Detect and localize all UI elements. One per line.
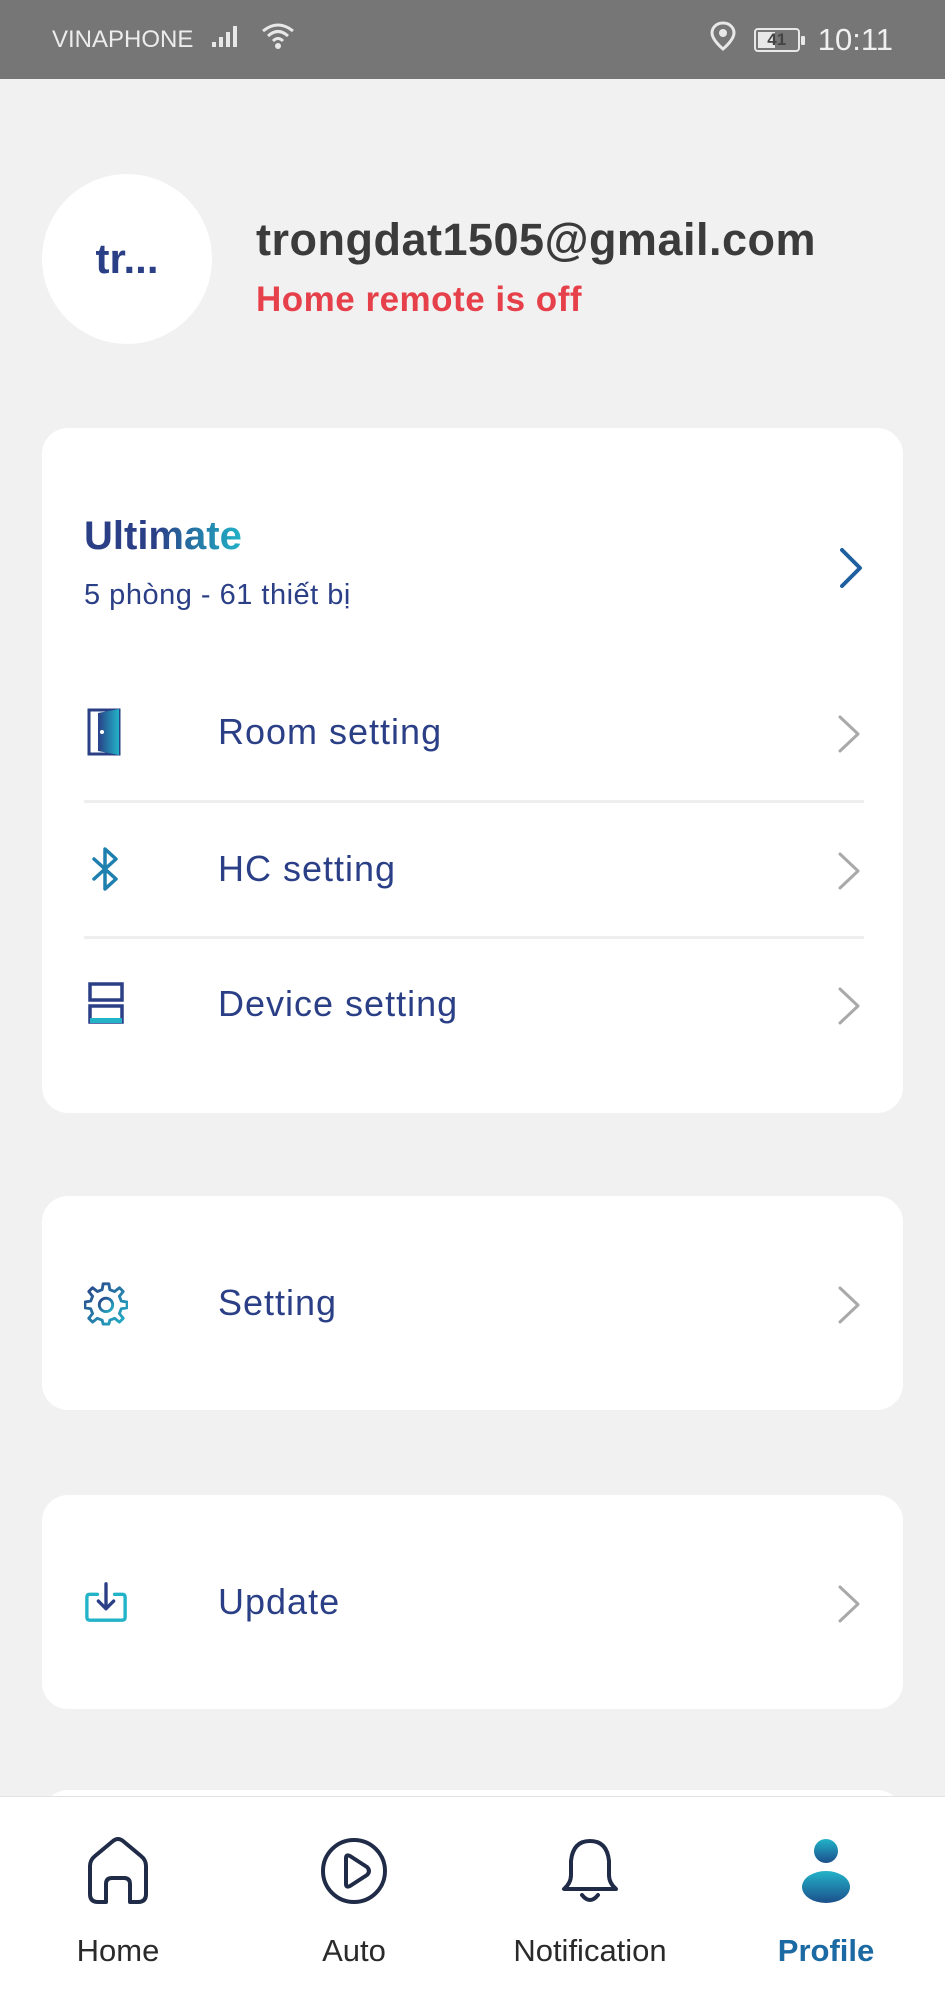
clock: 10:11 xyxy=(817,21,893,57)
status-bar-left: VINAPHONE xyxy=(52,22,295,57)
device-setting-label: Device setting xyxy=(218,983,459,1024)
setting-card: Setting xyxy=(42,1196,903,1410)
setting-label: Setting xyxy=(218,1282,338,1323)
status-bar-right: 41 10:11 xyxy=(710,21,893,58)
user-email: trongdat1505@gmail.com xyxy=(256,214,817,265)
battery-icon: 41 xyxy=(753,27,805,52)
update-card: Update xyxy=(42,1495,903,1709)
location-icon xyxy=(710,21,736,58)
hc-setting-row[interactable]: HC setting xyxy=(84,824,864,914)
home-icon xyxy=(84,1831,152,1911)
status-bar: VINAPHONE 41 10:11 xyxy=(0,0,945,79)
plan-name: Ultimate xyxy=(84,514,242,558)
nav-auto[interactable]: Auto xyxy=(236,1797,472,1995)
plan-description: 5 phòng - 61 thiết bị xyxy=(84,579,351,611)
bluetooth-icon xyxy=(84,847,128,891)
bell-icon xyxy=(559,1831,621,1911)
person-icon xyxy=(799,1831,853,1911)
divider xyxy=(84,800,864,803)
update-row[interactable]: Update xyxy=(84,1557,864,1647)
bottom-nav: Home Auto Notification Profile xyxy=(0,1796,945,1995)
setting-row[interactable]: Setting xyxy=(84,1258,864,1348)
download-icon xyxy=(84,1580,128,1624)
remote-status: Home remote is off xyxy=(256,280,582,319)
nav-profile[interactable]: Profile xyxy=(708,1797,944,1995)
divider xyxy=(84,936,864,939)
carrier-name: VINAPHONE xyxy=(52,25,194,53)
device-icon xyxy=(84,982,128,1026)
nav-home[interactable]: Home xyxy=(0,1797,236,1995)
device-setting-chevron-icon xyxy=(836,985,862,1032)
gear-icon xyxy=(84,1281,128,1326)
room-setting-chevron-icon xyxy=(836,713,862,760)
nav-home-label: Home xyxy=(76,1933,160,1968)
wifi-icon xyxy=(261,22,295,57)
play-circle-icon xyxy=(319,1831,389,1911)
update-chevron-icon xyxy=(836,1583,862,1630)
plan-chevron-icon[interactable] xyxy=(837,546,865,595)
hc-setting-chevron-icon xyxy=(836,850,862,897)
home-settings-card: Ultimate 5 phòng - 61 thiết bị Room sett… xyxy=(42,428,903,1113)
signal-icon xyxy=(211,24,243,55)
nav-notification-label: Notification xyxy=(513,1933,667,1968)
nav-profile-label: Profile xyxy=(777,1933,875,1968)
nav-notification[interactable]: Notification xyxy=(472,1797,708,1995)
avatar-text: tr... xyxy=(95,235,159,282)
room-setting-label: Room setting xyxy=(218,711,443,752)
plan-summary[interactable]: Ultimate 5 phòng - 61 thiết bị xyxy=(84,514,351,612)
nav-auto-label: Auto xyxy=(322,1933,386,1968)
device-setting-row[interactable]: Device setting xyxy=(84,959,864,1049)
hc-setting-label: HC setting xyxy=(218,848,397,889)
avatar[interactable]: tr... xyxy=(42,174,212,344)
door-icon xyxy=(84,708,128,756)
setting-chevron-icon xyxy=(836,1284,862,1331)
update-label: Update xyxy=(218,1581,341,1622)
room-setting-row[interactable]: Room setting xyxy=(84,687,864,777)
battery-level: 41 xyxy=(767,29,787,49)
